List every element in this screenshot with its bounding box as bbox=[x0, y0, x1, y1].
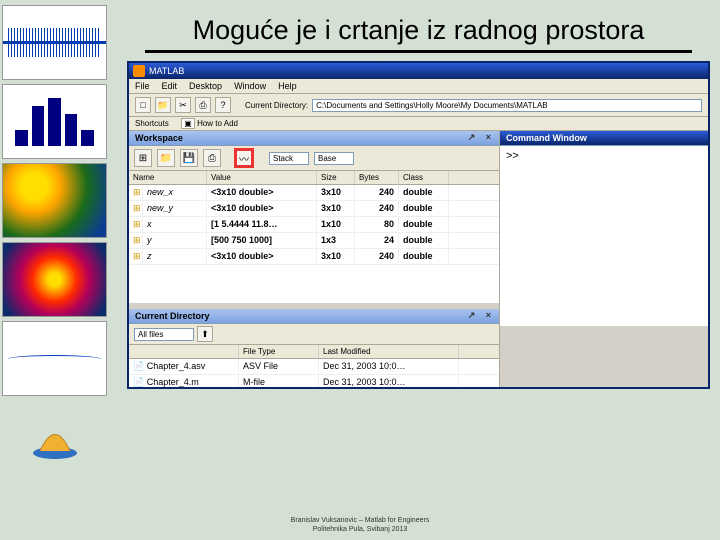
shortcuts-label: Shortcuts bbox=[135, 119, 169, 128]
workspace-toolbar: ⊞ 📁 💾 ⎙ 〰 Stack Base bbox=[129, 146, 499, 171]
thumb-fractal bbox=[2, 242, 107, 317]
ws-new-var-button[interactable]: ⊞ bbox=[134, 149, 152, 167]
thumb-3d-surface bbox=[2, 163, 107, 238]
curdir-label: Current Directory: bbox=[245, 101, 308, 110]
command-window-header[interactable]: Command Window bbox=[500, 131, 708, 146]
base-combo[interactable]: Base bbox=[314, 152, 354, 165]
matlab-icon bbox=[133, 65, 145, 77]
up-folder-button[interactable]: ⬆ bbox=[197, 326, 213, 342]
slide-title: Moguće je i crtanje iz radnog prostora bbox=[145, 15, 692, 46]
workspace-table: Name Value Size Bytes Class ⊞new_x<3x10 … bbox=[129, 171, 499, 303]
window-title: MATLAB bbox=[149, 66, 184, 76]
menubar: File Edit Desktop Window Help bbox=[129, 79, 708, 94]
ws-plot-button[interactable]: 〰 bbox=[235, 149, 253, 167]
window-titlebar[interactable]: MATLAB bbox=[129, 63, 708, 79]
workspace-row[interactable]: ⊞new_x<3x10 double>3x10240double bbox=[129, 185, 499, 201]
main-toolbar: □ 📁 ✂ ⎙ ? Current Directory: C:\Document… bbox=[129, 94, 708, 117]
ws-print-button[interactable]: ⎙ bbox=[203, 149, 221, 167]
thumb-sinc-plot bbox=[2, 321, 107, 396]
thumb-matlab-logo bbox=[2, 400, 107, 475]
curdir-toolbar: All files ⬆ bbox=[129, 324, 499, 345]
stack-combo[interactable]: Stack bbox=[269, 152, 309, 165]
ws-open-button[interactable]: 📁 bbox=[157, 149, 175, 167]
workspace-row[interactable]: ⊞y[500 750 1000]1x324double bbox=[129, 233, 499, 249]
menu-help[interactable]: Help bbox=[278, 81, 297, 91]
new-button[interactable]: □ bbox=[135, 97, 151, 113]
command-window[interactable]: >> bbox=[500, 146, 708, 326]
curdir-table: File Type Last Modified 📄 Chapter_4.asvA… bbox=[129, 345, 499, 387]
file-row[interactable]: 📄 Chapter_4.mM-fileDec 31, 2003 10:0… bbox=[129, 375, 499, 387]
curdir-table-header[interactable]: File Type Last Modified bbox=[129, 345, 499, 359]
shortcuts-bar: Shortcuts ▣ How to Add bbox=[129, 117, 708, 131]
menu-edit[interactable]: Edit bbox=[162, 81, 178, 91]
panel-controls[interactable]: ↗ × bbox=[468, 132, 495, 143]
curdir-header[interactable]: Current Directory ↗ × bbox=[129, 309, 499, 324]
print-button[interactable]: ⎙ bbox=[195, 97, 211, 113]
curdir-input[interactable]: C:\Documents and Settings\Holly Moore\My… bbox=[312, 99, 702, 112]
title-underline bbox=[145, 50, 692, 53]
command-prompt: >> bbox=[506, 150, 519, 162]
workspace-row[interactable]: ⊞new_y<3x10 double>3x10240double bbox=[129, 201, 499, 217]
ws-save-button[interactable]: 💾 bbox=[180, 149, 198, 167]
menu-file[interactable]: File bbox=[135, 81, 150, 91]
workspace-header[interactable]: Workspace ↗ × bbox=[129, 131, 499, 146]
shortcuts-howto[interactable]: How to Add bbox=[197, 119, 238, 128]
matlab-window: MATLAB File Edit Desktop Window Help □ 📁… bbox=[127, 61, 710, 389]
panel-controls[interactable]: ↗ × bbox=[468, 310, 495, 321]
menu-window[interactable]: Window bbox=[234, 81, 266, 91]
file-row[interactable]: 📄 Chapter_4.asvASV FileDec 31, 2003 10:0… bbox=[129, 359, 499, 375]
cut-button[interactable]: ✂ bbox=[175, 97, 191, 113]
file-filter[interactable]: All files bbox=[134, 328, 194, 341]
thumb-bar-chart bbox=[2, 84, 107, 159]
slide-footer: Branislav Vuksanovic – Matlab for Engine… bbox=[0, 517, 720, 534]
help-button[interactable]: ? bbox=[215, 97, 231, 113]
slide-thumbnails bbox=[0, 0, 115, 540]
menu-desktop[interactable]: Desktop bbox=[189, 81, 222, 91]
open-button[interactable]: 📁 bbox=[155, 97, 171, 113]
workspace-table-header[interactable]: Name Value Size Bytes Class bbox=[129, 171, 499, 185]
workspace-row[interactable]: ⊞x[1 5.4444 11.8…1x1080double bbox=[129, 217, 499, 233]
thumb-signal-plot bbox=[2, 5, 107, 80]
workspace-row[interactable]: ⊞z<3x10 double>3x10240double bbox=[129, 249, 499, 265]
